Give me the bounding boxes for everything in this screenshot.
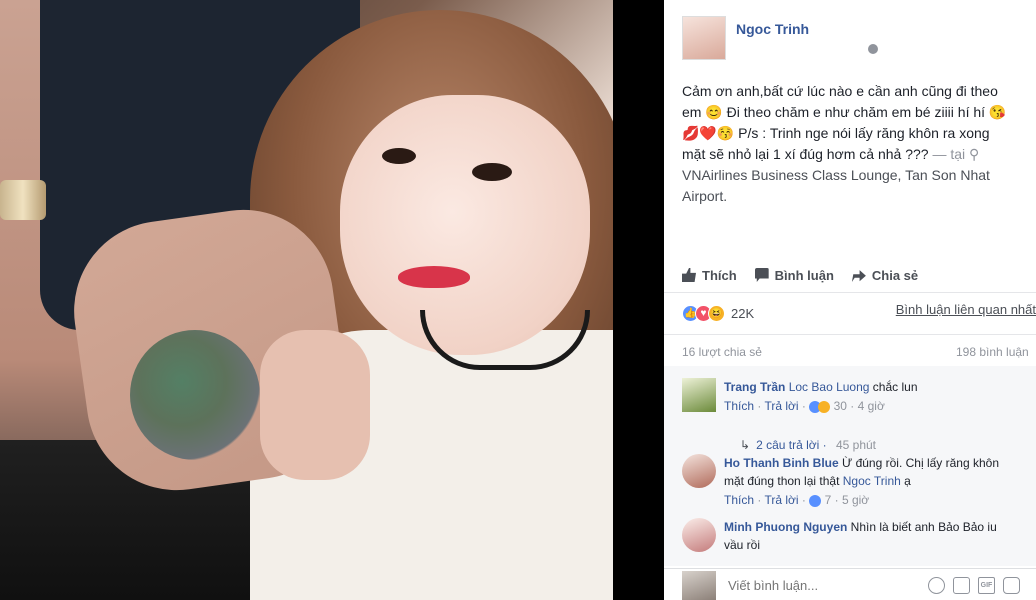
- photo-eye-left: [382, 148, 416, 164]
- post-side-panel: Ngoc Trinh Cảm ơn anh,bất cứ lúc nào e c…: [664, 0, 1036, 600]
- comment-time[interactable]: 5 giờ: [842, 493, 869, 507]
- tagged-user[interactable]: Ngoc Trinh: [843, 474, 901, 488]
- share-icon: [851, 270, 866, 282]
- divider: [664, 334, 1036, 335]
- viewer-avatar: [682, 571, 716, 600]
- comment-button[interactable]: Bình luận: [754, 264, 834, 286]
- comment-item: Minh Phuong Nguyen Nhìn là biết anh Bảo …: [682, 518, 1036, 562]
- comment-text: ạ: [904, 474, 911, 488]
- commenter-avatar[interactable]: [682, 518, 716, 552]
- post-header: Ngoc Trinh: [682, 16, 809, 62]
- gif-icon[interactable]: GIF: [978, 577, 995, 594]
- location-pin-icon: ⚲: [969, 146, 980, 162]
- comment-text: chắc lun: [872, 380, 918, 394]
- comment-time[interactable]: 4 giờ: [858, 399, 885, 413]
- comment-label: Bình luận: [774, 267, 834, 283]
- post-actions: Thích Bình luận Chia sẻ: [682, 264, 1022, 286]
- post-photo[interactable]: [0, 0, 613, 600]
- post-text-line: Cảm ơn anh,bất cứ lúc nào e cần anh cũng…: [682, 83, 998, 99]
- post-text-line: 💋❤️😚 P/s : Trinh nge nói lấy răng khôn r…: [682, 125, 990, 141]
- location-link[interactable]: VNAirlines Business Class Lounge, Tan So…: [682, 167, 993, 204]
- comment-item: Ho Thanh Binh Blue Ừ đúng rồi. Chị lấy r…: [682, 454, 1036, 514]
- commenter-name[interactable]: Trang Trần: [724, 380, 785, 394]
- comments-list: Trang Trần Loc Bao Luong chắc lun Thích …: [664, 366, 1036, 566]
- commenter-name[interactable]: Minh Phuong Nguyen: [724, 520, 847, 534]
- photo-lips: [398, 266, 470, 288]
- mini-wow-icon: [818, 400, 831, 413]
- comment-item: Trang Trần Loc Bao Luong chắc lun Thích …: [682, 378, 1036, 452]
- comment-like-link[interactable]: Thích: [724, 493, 754, 507]
- divider: [664, 292, 1036, 293]
- comment-meta: Thích · Trả lời · 30 · 4 giờ: [724, 399, 885, 413]
- globe-icon[interactable]: [868, 44, 878, 54]
- post-text: Cảm ơn anh,bất cứ lúc nào e cần anh cũng…: [682, 81, 1036, 207]
- sticker-icon[interactable]: [1003, 577, 1020, 594]
- photo-watch: [0, 180, 46, 220]
- share-label: Chia sẻ: [871, 267, 919, 283]
- replies-time: 45 phút: [835, 438, 877, 452]
- comment-body: Minh Phuong Nguyen Nhìn là biết anh Bảo …: [724, 518, 1036, 554]
- commenter-avatar[interactable]: [682, 454, 716, 488]
- reaction-count[interactable]: 22K: [731, 306, 754, 321]
- tagged-user[interactable]: Loc Bao Luong: [789, 380, 870, 394]
- related-comments-dropdown[interactable]: Bình luận liên quan nhất: [896, 302, 1036, 317]
- commenter-name[interactable]: Ho Thanh Binh Blue: [724, 456, 839, 470]
- comment-text: Ừ đúng rồi. Chị lấy răng khôn: [842, 456, 1000, 470]
- reactions-bar: 👍 ♥ 😆 22K Bình luận liên quan nhất: [682, 302, 1036, 324]
- comment-body: Trang Trần Loc Bao Luong chắc lun Thích …: [724, 378, 1036, 415]
- camera-icon[interactable]: [953, 577, 970, 594]
- comment-reply-link[interactable]: Trả lời: [764, 399, 798, 413]
- like-label: Thích: [702, 267, 737, 283]
- comment-text: vầu rồi: [724, 538, 761, 552]
- comment-text: Nhìn là biết anh Bảo Bảo iu: [850, 520, 997, 534]
- comment-reply-link[interactable]: Trả lời: [764, 493, 798, 507]
- view-replies-link[interactable]: ↳ 2 câu trả lời · 45 phút: [740, 438, 876, 452]
- comment-like-link[interactable]: Thích: [724, 399, 754, 413]
- share-count[interactable]: 16 lượt chia sẻ: [682, 345, 762, 359]
- comment-count[interactable]: 198 bình luận: [956, 345, 1029, 359]
- comment-reaction-count[interactable]: 30: [834, 399, 847, 413]
- location-prefix: — tại: [932, 146, 966, 162]
- reply-arrow-icon: ↳: [740, 438, 751, 452]
- author-avatar[interactable]: [682, 16, 726, 60]
- comment-input[interactable]: [728, 578, 918, 593]
- composer-tools: GIF: [928, 577, 1020, 594]
- like-icon: [682, 268, 696, 282]
- comment-text: mặt đúng thon lại thật: [724, 474, 840, 488]
- reaction-haha-icon[interactable]: 😆: [708, 304, 725, 322]
- post-text-line: mặt sẽ nhỏ lại 1 xí đúg hơm cả nhả ???: [682, 146, 929, 162]
- mini-like-icon: [809, 494, 822, 507]
- comment-reaction-count[interactable]: 7: [825, 493, 832, 507]
- share-button[interactable]: Chia sẻ: [851, 264, 919, 286]
- photo-eye-right: [472, 163, 512, 181]
- like-button[interactable]: Thích: [682, 264, 737, 286]
- emoji-icon[interactable]: [928, 577, 945, 594]
- author-name[interactable]: Ngoc Trinh: [736, 21, 809, 37]
- stats-bar: 16 lượt chia sẻ 198 bình luận: [682, 345, 1036, 359]
- replies-count: 2 câu trả lời: [756, 438, 820, 452]
- photo-tattoo: [130, 330, 260, 460]
- comment-body: Ho Thanh Binh Blue Ừ đúng rồi. Chị lấy r…: [724, 454, 1036, 509]
- comment-meta: Thích · Trả lời · 7 · 5 giờ: [724, 493, 870, 507]
- commenter-avatar[interactable]: [682, 378, 716, 412]
- post-text-line: em 😊 Đi theo chăm e như chăm em bé ziiii…: [682, 104, 1007, 120]
- comment-icon: [754, 268, 769, 282]
- photo-hand: [260, 330, 370, 480]
- comment-composer: GIF: [664, 568, 1036, 600]
